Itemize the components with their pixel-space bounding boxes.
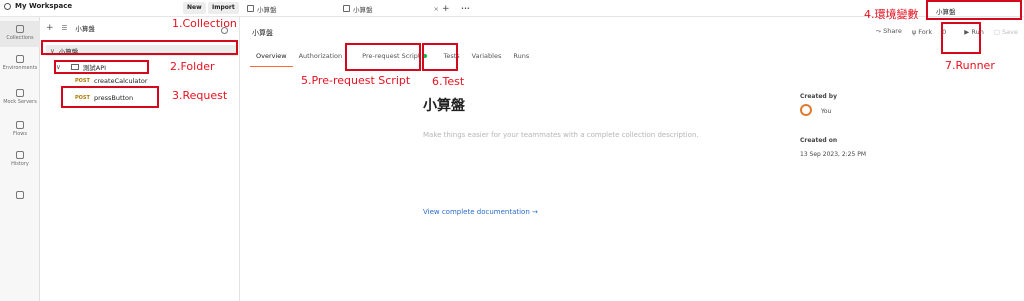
tab-authorization[interactable]: Authorization (293, 52, 349, 67)
user-icon (4, 2, 11, 10)
rail-label: History (11, 161, 29, 167)
runner-icon (343, 5, 350, 12)
request-highlight (61, 86, 159, 108)
tab-runs[interactable]: Runs (507, 52, 535, 67)
run-highlight (941, 22, 981, 54)
add-tab-button[interactable]: + (442, 0, 450, 17)
request-name: createCalculator (93, 77, 148, 85)
folder-highlight (54, 60, 149, 74)
description-placeholder[interactable]: Make things easier for your teammates wi… (423, 131, 699, 139)
collection-icon (247, 5, 254, 12)
save-label: Save (1002, 27, 1018, 36)
share-button[interactable]: ⤳ Share (876, 27, 902, 36)
rail-label: Mock Servers (3, 99, 37, 105)
page-title: 小算盤 (252, 29, 273, 37)
history-icon (16, 151, 24, 159)
rail-configure[interactable] (0, 191, 40, 201)
created-on-value: 13 Sep 2023, 2:25 PM (800, 151, 867, 158)
workspace-name: My Workspace (15, 2, 73, 10)
created-by-value: You (821, 108, 832, 115)
share-label: Share (883, 27, 902, 35)
created-by-label: Created by (800, 93, 838, 100)
grid-icon (16, 191, 24, 199)
sidebar-toolbar: + ☰ 小算盤 (46, 23, 95, 33)
tab-collection-1[interactable]: 小算盤 (247, 0, 277, 17)
tests-highlight (422, 43, 458, 71)
workspace-switcher[interactable]: My Workspace (4, 2, 72, 10)
collection-highlight (41, 40, 238, 55)
rail-flows[interactable]: Flows (0, 121, 40, 137)
annotation-pre-request: 5.Pre-request Script (301, 74, 411, 87)
rail-label: Flows (12, 131, 28, 137)
save-icon: ▢ (993, 27, 1003, 36)
left-rail: Collections Environments Mock Servers Fl… (0, 17, 40, 301)
annotation-collection: 1.Collection (172, 17, 237, 30)
pre-request-highlight (345, 43, 421, 71)
tab-label: 小算盤 (353, 5, 373, 14)
rail-history[interactable]: History (0, 151, 40, 167)
rail-label: Collections (6, 35, 34, 41)
request-row[interactable]: POST createCalculator (75, 77, 148, 85)
tab-collection-2[interactable]: 小算盤 × (343, 0, 439, 17)
fork-button[interactable]: ψ Fork (912, 28, 932, 36)
filter-icon[interactable]: ☰ (62, 24, 68, 32)
new-button[interactable]: New (183, 2, 206, 14)
collection-heading[interactable]: 小算盤 (423, 95, 465, 115)
tab-overview[interactable]: Overview (250, 52, 293, 67)
method-badge: POST (75, 78, 90, 84)
view-documentation-link[interactable]: View complete documentation → (423, 208, 538, 216)
created-on-label: Created on (800, 137, 838, 144)
flows-icon (16, 121, 24, 129)
tab-variables[interactable]: Variables (466, 52, 508, 67)
rail-label: Environments (2, 65, 38, 71)
annotation-folder: 2.Folder (170, 60, 215, 73)
avatar (800, 104, 812, 116)
annotation-test: 6.Test (432, 75, 465, 88)
fork-label: Fork (918, 27, 933, 36)
close-icon[interactable]: × (434, 5, 439, 13)
annotation-environment: 4.環境變數 (864, 8, 919, 21)
annotation-request: 3.Request (172, 89, 228, 102)
search-filter-text[interactable]: 小算盤 (75, 23, 95, 33)
environment-label: 小算盤 (936, 8, 956, 16)
save-button[interactable]: ▢ Save (994, 28, 1018, 36)
add-collection-button[interactable]: + (46, 23, 54, 33)
tab-label: 小算盤 (257, 5, 277, 14)
import-button[interactable]: Import (208, 2, 239, 14)
rail-environments[interactable]: Environments (0, 55, 40, 71)
mock-server-icon (16, 89, 24, 97)
share-icon: ⤳ (875, 27, 884, 35)
environments-icon (16, 55, 24, 63)
collections-icon (16, 25, 24, 33)
rail-collections[interactable]: Collections (0, 21, 40, 47)
more-icon[interactable]: ••• (461, 0, 470, 17)
rail-mock-servers[interactable]: Mock Servers (0, 89, 40, 105)
annotation-runner: 7.Runner (945, 59, 995, 72)
